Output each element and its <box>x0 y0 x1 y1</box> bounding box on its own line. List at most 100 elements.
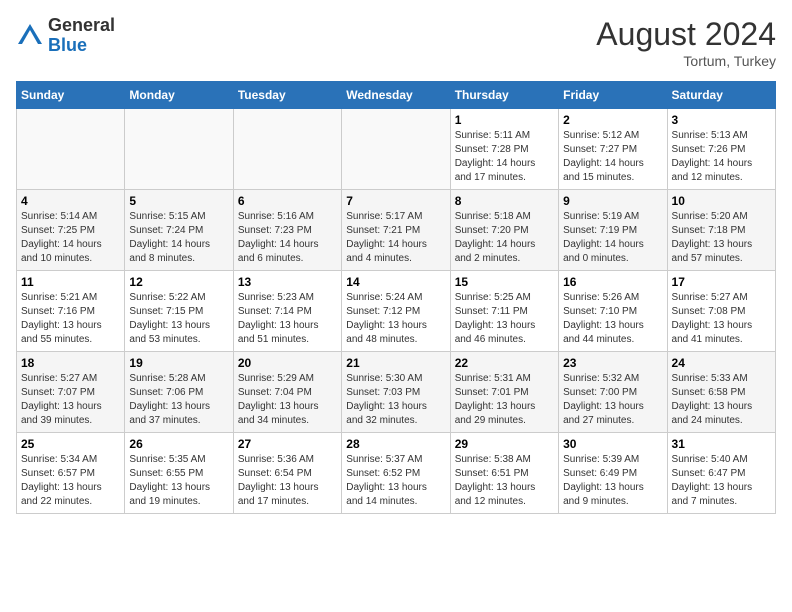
week-row-1: 1 Sunrise: 5:11 AM Sunset: 7:28 PM Daylig… <box>17 109 776 190</box>
day-info: Sunrise: 5:18 AM Sunset: 7:20 PM Dayligh… <box>455 210 554 266</box>
day-cell: 9 Sunrise: 5:19 AM Sunset: 7:19 PM Daylig… <box>559 190 667 271</box>
day-cell: 6 Sunrise: 5:16 AM Sunset: 7:23 PM Daylig… <box>233 190 341 271</box>
calendar-table: SundayMondayTuesdayWednesdayThursdayFrid… <box>16 81 776 514</box>
day-info: Sunrise: 5:22 AM Sunset: 7:15 PM Dayligh… <box>129 291 228 347</box>
day-cell: 25Sunrise: 5:34 AM Sunset: 6:57 PM Dayli… <box>17 433 125 514</box>
day-number: 5 <box>129 194 228 208</box>
day-number: 22 <box>455 356 554 370</box>
day-info: Sunrise: 5:40 AM Sunset: 6:47 PM Dayligh… <box>672 453 771 509</box>
day-cell: 26 Sunrise: 5:35 AM Sunset: 6:55 PM Dayli… <box>125 433 233 514</box>
day-cell: 2Sunrise: 5:12 AM Sunset: 7:27 PM Daylig… <box>559 109 667 190</box>
title-section: August 2024 Tortum, Turkey <box>596 16 776 69</box>
day-info: Sunrise: 5:31 AM Sunset: 7:01 PM Dayligh… <box>455 372 554 428</box>
day-info: Sunrise: 5:19 AM Sunset: 7:19 PM Dayligh… <box>563 210 662 266</box>
logo-text: General Blue <box>48 16 115 56</box>
day-number: 31 <box>672 437 771 451</box>
column-header-wednesday: Wednesday <box>342 82 450 109</box>
day-number: 26 <box>129 437 228 451</box>
day-number: 21 <box>346 356 445 370</box>
day-cell: 23 Sunrise: 5:32 AM Sunset: 7:00 PM Dayli… <box>559 352 667 433</box>
day-cell: 13 Sunrise: 5:23 AM Sunset: 7:14 PM Dayli… <box>233 271 341 352</box>
day-number: 10 <box>672 194 771 208</box>
day-cell: 1 Sunrise: 5:11 AM Sunset: 7:28 PM Daylig… <box>450 109 558 190</box>
column-header-monday: Monday <box>125 82 233 109</box>
day-number: 19 <box>129 356 228 370</box>
logo-general: General <box>48 15 115 35</box>
day-info: Sunrise: 5:14 AM Sunset: 7:25 PM Dayligh… <box>21 210 120 266</box>
location: Tortum, Turkey <box>596 53 776 69</box>
day-number: 9 <box>563 194 662 208</box>
week-row-2: 4 Sunrise: 5:14 AM Sunset: 7:25 PM Daylig… <box>17 190 776 271</box>
day-info: Sunrise: 5:39 AM Sunset: 6:49 PM Dayligh… <box>563 453 662 509</box>
day-info: Sunrise: 5:35 AM Sunset: 6:55 PM Dayligh… <box>129 453 228 509</box>
column-header-friday: Friday <box>559 82 667 109</box>
day-number: 6 <box>238 194 337 208</box>
day-info: Sunrise: 5:21 AM Sunset: 7:16 PM Dayligh… <box>21 291 120 347</box>
day-cell: 27 Sunrise: 5:36 AM Sunset: 6:54 PM Dayli… <box>233 433 341 514</box>
day-info: Sunrise: 5:17 AM Sunset: 7:21 PM Dayligh… <box>346 210 445 266</box>
day-info: Sunrise: 5:28 AM Sunset: 7:06 PM Dayligh… <box>129 372 228 428</box>
day-cell: 31 Sunrise: 5:40 AM Sunset: 6:47 PM Dayli… <box>667 433 775 514</box>
day-number: 28 <box>346 437 445 451</box>
day-info: Sunrise: 5:29 AM Sunset: 7:04 PM Dayligh… <box>238 372 337 428</box>
logo-icon <box>16 22 44 50</box>
day-info: Sunrise: 5:36 AM Sunset: 6:54 PM Dayligh… <box>238 453 337 509</box>
day-cell: 4 Sunrise: 5:14 AM Sunset: 7:25 PM Daylig… <box>17 190 125 271</box>
day-cell: 5 Sunrise: 5:15 AM Sunset: 7:24 PM Daylig… <box>125 190 233 271</box>
day-info: Sunrise: 5:20 AM Sunset: 7:18 PM Dayligh… <box>672 210 771 266</box>
day-number: 14 <box>346 275 445 289</box>
day-cell <box>125 109 233 190</box>
day-number: 11 <box>21 275 120 289</box>
logo: General Blue <box>16 16 115 56</box>
column-header-thursday: Thursday <box>450 82 558 109</box>
day-info: Sunrise: 5:32 AM Sunset: 7:00 PM Dayligh… <box>563 372 662 428</box>
day-cell <box>342 109 450 190</box>
day-number: 4 <box>21 194 120 208</box>
day-info: Sunrise: 5:15 AM Sunset: 7:24 PM Dayligh… <box>129 210 228 266</box>
day-number: 3 <box>672 113 771 127</box>
day-cell: 10 Sunrise: 5:20 AM Sunset: 7:18 PM Dayli… <box>667 190 775 271</box>
day-cell: 3 Sunrise: 5:13 AM Sunset: 7:26 PM Daylig… <box>667 109 775 190</box>
day-info: Sunrise: 5:23 AM Sunset: 7:14 PM Dayligh… <box>238 291 337 347</box>
day-info: Sunrise: 5:37 AM Sunset: 6:52 PM Dayligh… <box>346 453 445 509</box>
week-row-4: 18Sunrise: 5:27 AM Sunset: 7:07 PM Dayli… <box>17 352 776 433</box>
day-info: Sunrise: 5:12 AM Sunset: 7:27 PM Dayligh… <box>563 129 662 185</box>
day-cell: 15Sunrise: 5:25 AM Sunset: 7:11 PM Dayli… <box>450 271 558 352</box>
day-cell: 7 Sunrise: 5:17 AM Sunset: 7:21 PM Daylig… <box>342 190 450 271</box>
day-number: 12 <box>129 275 228 289</box>
day-number: 17 <box>672 275 771 289</box>
day-cell: 20Sunrise: 5:29 AM Sunset: 7:04 PM Dayli… <box>233 352 341 433</box>
month-year: August 2024 <box>596 16 776 53</box>
day-cell: 21 Sunrise: 5:30 AM Sunset: 7:03 PM Dayli… <box>342 352 450 433</box>
day-number: 7 <box>346 194 445 208</box>
day-number: 23 <box>563 356 662 370</box>
day-number: 25 <box>21 437 120 451</box>
day-info: Sunrise: 5:13 AM Sunset: 7:26 PM Dayligh… <box>672 129 771 185</box>
day-info: Sunrise: 5:26 AM Sunset: 7:10 PM Dayligh… <box>563 291 662 347</box>
day-number: 1 <box>455 113 554 127</box>
column-header-sunday: Sunday <box>17 82 125 109</box>
day-cell: 8 Sunrise: 5:18 AM Sunset: 7:20 PM Daylig… <box>450 190 558 271</box>
day-info: Sunrise: 5:16 AM Sunset: 7:23 PM Dayligh… <box>238 210 337 266</box>
day-number: 8 <box>455 194 554 208</box>
day-info: Sunrise: 5:11 AM Sunset: 7:28 PM Dayligh… <box>455 129 554 185</box>
logo-blue: Blue <box>48 35 87 55</box>
day-number: 29 <box>455 437 554 451</box>
day-cell: 19 Sunrise: 5:28 AM Sunset: 7:06 PM Dayli… <box>125 352 233 433</box>
day-info: Sunrise: 5:38 AM Sunset: 6:51 PM Dayligh… <box>455 453 554 509</box>
day-cell <box>17 109 125 190</box>
day-number: 16 <box>563 275 662 289</box>
day-cell: 22 Sunrise: 5:31 AM Sunset: 7:01 PM Dayli… <box>450 352 558 433</box>
day-cell: 30Sunrise: 5:39 AM Sunset: 6:49 PM Dayli… <box>559 433 667 514</box>
day-number: 15 <box>455 275 554 289</box>
day-cell: 28 Sunrise: 5:37 AM Sunset: 6:52 PM Dayli… <box>342 433 450 514</box>
day-info: Sunrise: 5:33 AM Sunset: 6:58 PM Dayligh… <box>672 372 771 428</box>
day-cell: 24Sunrise: 5:33 AM Sunset: 6:58 PM Dayli… <box>667 352 775 433</box>
day-number: 13 <box>238 275 337 289</box>
day-cell: 18Sunrise: 5:27 AM Sunset: 7:07 PM Dayli… <box>17 352 125 433</box>
day-info: Sunrise: 5:24 AM Sunset: 7:12 PM Dayligh… <box>346 291 445 347</box>
day-info: Sunrise: 5:30 AM Sunset: 7:03 PM Dayligh… <box>346 372 445 428</box>
column-header-tuesday: Tuesday <box>233 82 341 109</box>
day-info: Sunrise: 5:27 AM Sunset: 7:08 PM Dayligh… <box>672 291 771 347</box>
day-number: 27 <box>238 437 337 451</box>
